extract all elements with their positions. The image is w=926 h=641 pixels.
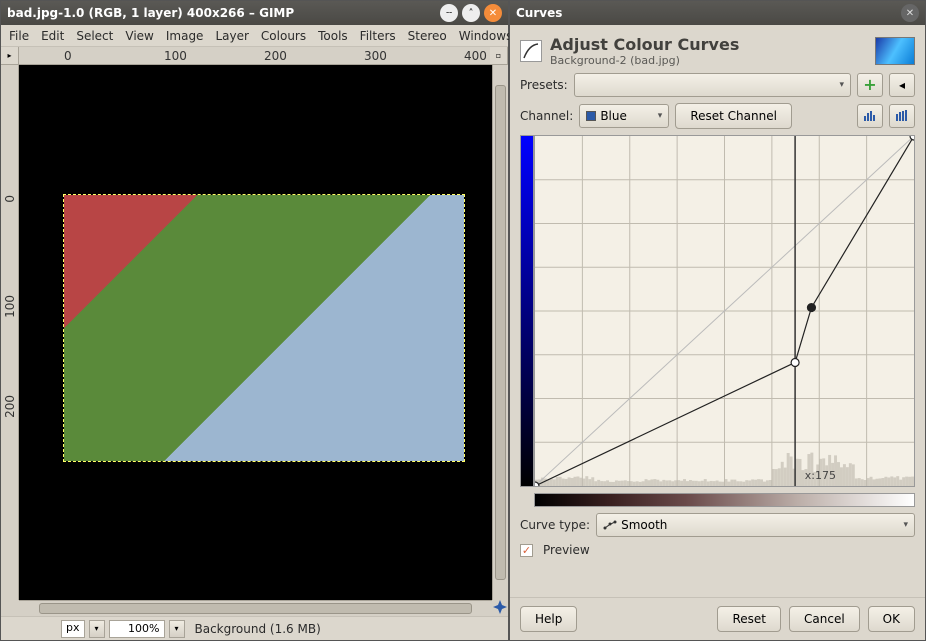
preview-thumbnail	[875, 37, 915, 65]
curves-dialog: Curves ✕ Adjust Colour Curves Background…	[509, 0, 926, 641]
statusbar: px ▾ ▾ Background (1.6 MB)	[1, 616, 508, 640]
horizontal-scrollbar[interactable]	[19, 600, 492, 616]
menu-edit[interactable]: Edit	[35, 27, 70, 45]
quickmask-corner[interactable]	[1, 600, 19, 616]
curve-readout: x:175	[805, 469, 836, 482]
dialog-titlebar[interactable]: Curves ✕	[510, 1, 925, 25]
preset-menu-button[interactable]: ◂	[889, 73, 915, 97]
curve-type-label: Curve type:	[520, 518, 590, 532]
add-preset-button[interactable]: +	[857, 73, 883, 97]
histogram-log-button[interactable]	[889, 104, 915, 128]
vertical-scrollbar[interactable]	[492, 65, 508, 600]
zoom-dropdown-icon[interactable]: ▾	[169, 620, 185, 638]
menu-colours[interactable]: Colours	[255, 27, 312, 45]
channel-color-swatch	[586, 111, 596, 121]
reset-button[interactable]: Reset	[717, 606, 781, 632]
preview-label: Preview	[543, 543, 590, 557]
unit-select[interactable]: px	[61, 620, 85, 638]
titlebar[interactable]: bad.jpg-1.0 (RGB, 1 layer) 400x266 – GIM…	[1, 1, 508, 25]
menu-file[interactable]: File	[3, 27, 35, 45]
dialog-body: Adjust Colour Curves Background-2 (bad.j…	[510, 25, 925, 597]
histogram-linear-button[interactable]	[857, 104, 883, 128]
channel-select[interactable]: Blue ▾	[579, 104, 669, 128]
dialog-title: Adjust Colour Curves	[550, 35, 867, 54]
status-layer-info: Background (1.6 MB)	[195, 622, 321, 636]
scroll-bottom-row	[1, 600, 508, 616]
menu-view[interactable]: View	[119, 27, 159, 45]
curve-canvas[interactable]: x:175	[534, 135, 915, 487]
dialog-button-bar: Help Reset Cancel OK	[510, 597, 925, 640]
triangle-left-icon: ◂	[899, 78, 905, 92]
menu-stereo[interactable]: Stereo	[402, 27, 453, 45]
zoom-input[interactable]	[109, 620, 165, 638]
canvas-row: 0100200	[1, 65, 508, 600]
presets-label: Presets:	[520, 78, 568, 92]
presets-select[interactable]: ▾	[574, 73, 851, 97]
channel-label: Channel:	[520, 109, 573, 123]
dialog-close-icon[interactable]: ✕	[901, 4, 919, 22]
input-gradient[interactable]	[534, 493, 915, 507]
preview-row: ✓ Preview	[520, 543, 915, 557]
output-gradient[interactable]	[520, 135, 534, 487]
ruler-top-strip: ▸ 0100200300400 ▫	[1, 47, 508, 65]
menu-filters[interactable]: Filters	[354, 27, 402, 45]
channel-value: Blue	[600, 109, 627, 123]
plus-icon: +	[863, 77, 876, 93]
curve-type-row: Curve type: Smooth ▾	[520, 513, 915, 537]
minimize-icon[interactable]: ╌	[440, 4, 458, 22]
navigation-icon[interactable]	[492, 600, 508, 616]
menu-layer[interactable]: Layer	[209, 27, 254, 45]
vertical-ruler[interactable]: 0100200	[1, 65, 19, 600]
curves-tool-icon	[520, 40, 542, 62]
image-content	[64, 195, 464, 461]
unit-dropdown-icon[interactable]: ▾	[89, 620, 105, 638]
window-title: bad.jpg-1.0 (RGB, 1 layer) 400x266 – GIM…	[7, 6, 294, 20]
image-canvas[interactable]	[19, 65, 492, 600]
ruler-origin-toggle[interactable]: ▸	[1, 47, 19, 64]
curve-area: x:175	[520, 135, 915, 487]
maximize-icon[interactable]: ˄	[462, 4, 480, 22]
dialog-subtitle: Background-2 (bad.jpg)	[550, 54, 867, 67]
curve-type-select[interactable]: Smooth ▾	[596, 513, 915, 537]
presets-row: Presets: ▾ + ◂	[520, 73, 915, 97]
menu-image[interactable]: Image	[160, 27, 210, 45]
horizontal-ruler[interactable]: 0100200300400	[19, 47, 490, 65]
reset-channel-button[interactable]: Reset Channel	[675, 103, 792, 129]
dialog-header: Adjust Colour Curves Background-2 (bad.j…	[520, 35, 915, 67]
dialog-window-title: Curves	[516, 6, 562, 20]
quickmask-icon[interactable]: ▫	[490, 47, 508, 64]
gimp-image-window: bad.jpg-1.0 (RGB, 1 layer) 400x266 – GIM…	[0, 0, 509, 641]
curve-type-value: Smooth	[621, 518, 667, 532]
preview-checkbox[interactable]: ✓	[520, 544, 533, 557]
menubar: FileEditSelectViewImageLayerColoursTools…	[1, 25, 508, 47]
ok-button[interactable]: OK	[868, 606, 915, 632]
channel-row: Channel: Blue ▾ Reset Channel	[520, 103, 915, 129]
menu-select[interactable]: Select	[70, 27, 119, 45]
cancel-button[interactable]: Cancel	[789, 606, 860, 632]
menu-tools[interactable]: Tools	[312, 27, 354, 45]
close-icon[interactable]: ✕	[484, 4, 502, 22]
help-button[interactable]: Help	[520, 606, 577, 632]
